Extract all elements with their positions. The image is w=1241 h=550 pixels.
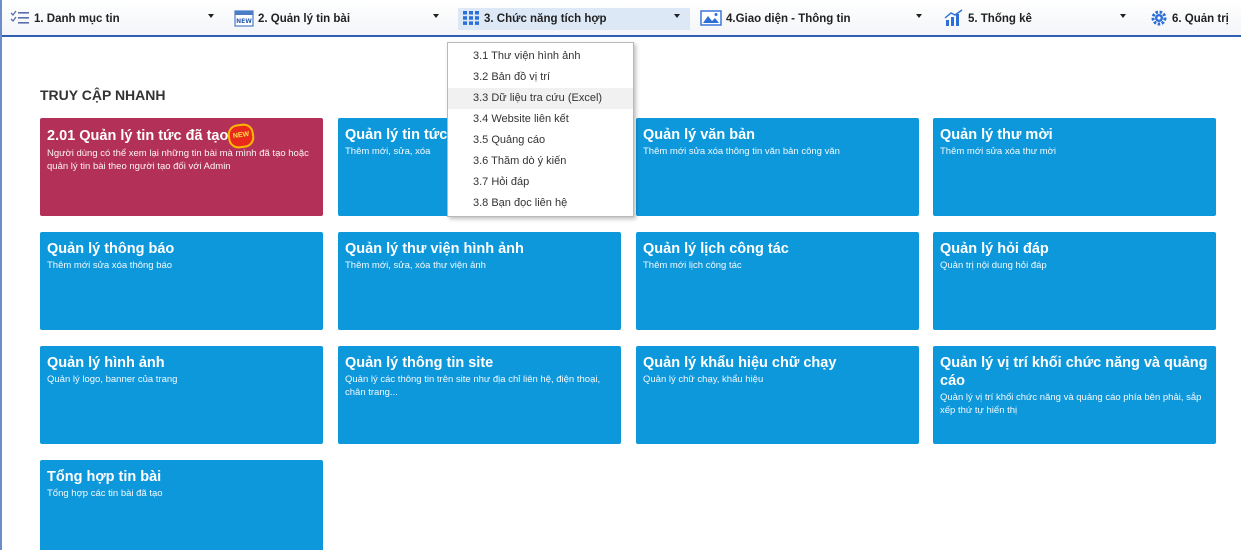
menu-label: 2. Quản lý tin bài xyxy=(258,13,351,25)
tile-title: Quản lý khẩu hiệu chữ chạy xyxy=(643,355,837,371)
list-icon xyxy=(10,10,30,29)
gear-icon xyxy=(1150,9,1168,30)
dropdown-item-hoi-dap[interactable]: 3.7 Hỏi đáp xyxy=(448,172,633,193)
menu-label: 4.Giao diện - Thông tin xyxy=(726,13,851,25)
tile-desc: Thêm mới sửa xóa thư mời xyxy=(940,146,1056,157)
tile-quan-ly-hinh-anh[interactable]: Quản lý hình ảnh Quản lý logo, banner củ… xyxy=(40,346,323,444)
dropdown-item-ban-doc-lien-he[interactable]: 3.8 Bạn đọc liên hệ xyxy=(448,193,633,214)
tile-title: Quản lý thư mời xyxy=(940,127,1053,143)
tile-title: Quản lý lịch công tác xyxy=(643,241,789,257)
dropdown-item-du-lieu-tra-cuu[interactable]: 3.3 Dữ liệu tra cứu (Excel) xyxy=(448,88,633,109)
menu-label: 6. Quản trị xyxy=(1172,13,1229,25)
grid-icon xyxy=(462,10,480,29)
dropdown-item-thu-vien-hinh-anh[interactable]: 3.1 Thư viện hình ảnh xyxy=(448,46,633,67)
tile-desc: Quản lý logo, banner của trang xyxy=(47,374,178,385)
tile-title: Quản lý thông báo xyxy=(47,241,175,257)
tile-desc: Thêm mới sửa xóa thông báo xyxy=(47,260,173,271)
menu-thong-ke[interactable]: 5. Thống kê xyxy=(944,8,1032,30)
tile-desc: Thêm mới lịch công tác xyxy=(643,260,742,271)
chevron-down-icon[interactable] xyxy=(916,14,922,18)
tile-desc: Thêm mới sửa xóa thông tin văn bản công … xyxy=(643,146,840,157)
picture-icon xyxy=(700,9,722,29)
tile-desc: Quản lý vị trí khối chức năng và quảng c… xyxy=(940,392,1202,416)
tile-title: Quản lý văn bản xyxy=(643,127,755,143)
tile-desc: Người dùng có thể xem lại những tin bài … xyxy=(47,148,309,172)
tile-quan-ly-vi-tri-khoi-chuc-nang[interactable]: Quản lý vị trí khối chức năng và quảng c… xyxy=(933,346,1216,444)
tile-title: Quản lý vị trí khối chức năng và quảng c… xyxy=(940,355,1208,389)
top-menu-bar: 1. Danh mục tin NEW 2. Quản lý tin bài 3… xyxy=(2,0,1241,37)
menu-danh-muc-tin[interactable]: 1. Danh mục tin xyxy=(10,8,120,30)
dropdown-item-website-lien-ket[interactable]: 3.4 Website liên kết xyxy=(448,109,633,130)
menu-giao-dien-thong-tin[interactable]: 4.Giao diện - Thông tin xyxy=(700,8,851,30)
menu-label: 3. Chức năng tích hợp xyxy=(484,13,607,25)
tile-desc: Thêm mới, sửa, xóa thư viện ảnh xyxy=(345,260,486,271)
tile-quan-ly-thong-tin-site[interactable]: Quản lý thông tin site Quản lý các thông… xyxy=(338,346,621,444)
tile-quan-ly-hoi-dap[interactable]: Quản lý hỏi đáp Quản trị nội dung hỏi đá… xyxy=(933,232,1216,330)
menu-quan-tri[interactable]: 6. Quản trị xyxy=(1150,8,1229,30)
tile-quan-ly-lich-cong-tac[interactable]: Quản lý lịch công tác Thêm mới lịch công… xyxy=(636,232,919,330)
dropdown-item-quang-cao[interactable]: 3.5 Quảng cáo xyxy=(448,130,633,151)
tile-quan-ly-thu-vien-hinh-anh[interactable]: Quản lý thư viện hình ảnh Thêm mới, sửa,… xyxy=(338,232,621,330)
dropdown-item-ban-do-vi-tri[interactable]: 3.2 Bản đồ vị trí xyxy=(448,67,633,88)
tile-quan-ly-khau-hieu-chu-chay[interactable]: Quản lý khẩu hiệu chữ chạy Quản lý chữ c… xyxy=(636,346,919,444)
menu-label: 5. Thống kê xyxy=(968,13,1032,25)
tile-title: Quản lý thư viện hình ảnh xyxy=(345,241,524,257)
tile-quan-ly-van-ban[interactable]: Quản lý văn bản Thêm mới sửa xóa thông t… xyxy=(636,118,919,216)
tile-title: 2.01 Quản lý tin tức đã tạo xyxy=(47,127,229,144)
chevron-down-icon[interactable] xyxy=(433,14,439,18)
menu-label: 1. Danh mục tin xyxy=(34,13,120,25)
tile-title: Tổng hợp tin bài xyxy=(47,469,162,485)
tile-desc: Quản lý chữ chạy, khẩu hiệu xyxy=(643,374,764,385)
tile-title: Quản lý thông tin site xyxy=(345,355,494,371)
tile-desc: Quản lý các thông tin trên site như địa … xyxy=(345,374,601,398)
tile-quan-ly-thu-moi[interactable]: Quản lý thư mời Thêm mới sửa xóa thư mời xyxy=(933,118,1216,216)
dropdown-chuc-nang-tich-hop: 3.1 Thư viện hình ảnh 3.2 Bản đồ vị trí … xyxy=(447,42,634,217)
tile-quan-ly-tin-tuc-da-tao[interactable]: 2.01 Quản lý tin tức đã tạo NEW Người dùn… xyxy=(40,118,323,216)
tile-tong-hop-tin-bai[interactable]: Tổng hợp tin bài Tổng hợp các tin bài đã… xyxy=(40,460,323,550)
tile-quan-ly-thong-bao[interactable]: Quản lý thông báo Thêm mới sửa xóa thông… xyxy=(40,232,323,330)
chevron-down-icon[interactable] xyxy=(208,14,214,18)
tile-title: Quản lý hỏi đáp xyxy=(940,241,1049,257)
dropdown-item-tham-do-y-kien[interactable]: 3.6 Thăm dò ý kiến xyxy=(448,151,633,172)
chevron-down-icon[interactable] xyxy=(674,14,680,18)
menu-quan-ly-tin-bai[interactable]: NEW 2. Quản lý tin bài xyxy=(234,8,350,30)
section-title: TRUY CẬP NHANH xyxy=(40,87,166,103)
tile-title-wrapper: 2.01 Quản lý tin tức đã tạo NEW xyxy=(47,124,316,148)
tile-desc: Quản trị nội dung hỏi đáp xyxy=(940,260,1047,271)
menu-chuc-nang-tich-hop[interactable]: 3. Chức năng tích hợp xyxy=(458,8,690,30)
bar-chart-icon xyxy=(944,8,964,30)
chevron-down-icon[interactable] xyxy=(1120,14,1126,18)
new-calendar-icon: NEW xyxy=(234,9,254,30)
new-icon-text: NEW xyxy=(236,18,252,25)
new-badge-icon: NEW xyxy=(229,124,254,148)
tile-title: Quản lý hình ảnh xyxy=(47,355,165,371)
tile-desc: Tổng hợp các tin bài đã tạo xyxy=(47,488,163,499)
